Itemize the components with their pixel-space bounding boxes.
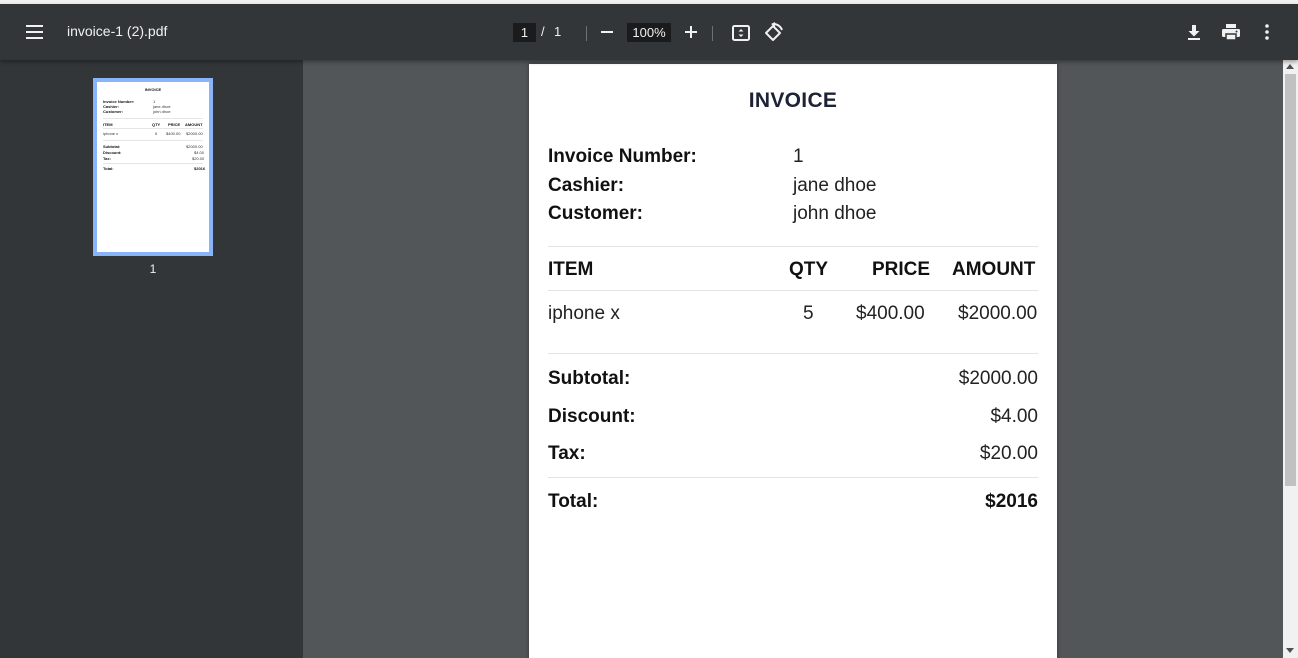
thumb-sum-value: $2000.00 [186,144,203,149]
subtotal-label: Subtotal: [548,368,631,389]
divider [548,246,1038,247]
rotate-icon[interactable] [762,22,784,44]
column-header-amount: AMOUNT [952,259,1036,280]
thumbnail-page-number: 1 [149,262,157,276]
print-icon[interactable] [1220,22,1242,42]
thumb-cell: $2000.00 [186,131,203,136]
page-number-input[interactable]: 1 [513,23,536,42]
thumb-sum-value: $2016 [194,166,206,171]
thumbnail-sidebar: INVOICE Invoice Number: 1 Cashier: jane … [0,60,303,658]
column-header-item: ITEM [548,259,594,280]
pdf-toolbar: invoice-1 (2).pdf 1 / 1 100% [0,4,1298,60]
subtotal-value: $2000.00 [958,368,1038,389]
customer-label: Customer: [548,203,644,224]
thumb-cell: $400.00 [166,131,181,136]
thumb-divider [103,128,203,129]
thumb-divider [103,118,203,119]
thumb-meta-value: john dhoe [153,109,171,114]
file-name: invoice-1 (2).pdf [67,23,168,39]
zoom-level-input[interactable]: 100% [627,23,671,42]
discount-label: Discount: [548,406,636,427]
customer-value: john dhoe [793,203,877,224]
column-header-qty: QTY [789,259,829,280]
divider [548,290,1038,291]
invoice-title: INVOICE [748,89,838,112]
scroll-up-arrow-icon[interactable] [1286,64,1294,69]
thumb-col-item: ITEM [103,122,113,127]
total-value: $2016 [985,491,1038,512]
scrollbar-thumb[interactable] [1285,74,1296,486]
thumb-sum-label: Tax: [103,156,111,161]
divider [548,477,1038,478]
scroll-down-arrow-icon[interactable] [1286,648,1294,653]
qty-cell: 5 [803,303,814,324]
toolbar-divider [712,26,713,41]
hamburger-menu-icon[interactable] [22,20,48,44]
thumb-cell: 5 [155,131,158,136]
page-thumbnail[interactable]: INVOICE Invoice Number: 1 Cashier: jane … [93,78,213,256]
page-separator: / [541,24,545,39]
vertical-scrollbar[interactable] [1283,60,1298,658]
thumb-meta-label: Customer: [103,109,124,114]
column-header-price: PRICE [872,259,931,280]
total-label: Total: [548,491,599,512]
thumb-cell: iphone x [103,131,119,136]
page-total: 1 [554,24,562,39]
download-icon[interactable] [1184,22,1204,42]
toolbar-divider [586,26,587,41]
more-vert-icon[interactable] [1258,22,1276,42]
thumb-col-amount: AMOUNT [185,122,203,127]
zoom-out-button[interactable] [598,22,616,42]
thumb-sum-value: $4.00 [194,150,205,155]
pdf-page: INVOICE Invoice Number: 1 Cashier: jane … [529,64,1057,658]
tax-value: $20.00 [979,443,1038,464]
thumb-sum-value: $20.00 [192,156,205,161]
cashier-label: Cashier: [548,175,625,196]
amount-cell: $2000.00 [958,303,1038,324]
divider [548,353,1038,354]
thumb-sum-label: Total: [103,166,114,171]
cashier-value: jane dhoe [793,175,877,196]
thumb-sum-label: Discount: [103,150,122,155]
zoom-in-button[interactable] [682,22,700,42]
item-cell: iphone x [548,303,620,324]
tax-label: Tax: [548,443,586,464]
thumb-divider [103,163,203,164]
discount-value: $4.00 [990,406,1038,427]
pdf-viewer[interactable]: INVOICE Invoice Number: 1 Cashier: jane … [303,60,1283,658]
thumb-col-qty: QTY [152,122,161,127]
thumb-col-price: PRICE [168,122,181,127]
thumb-title: INVOICE [144,87,162,92]
invoice-number-value: 1 [793,146,804,167]
invoice-number-label: Invoice Number: [548,146,697,167]
fit-to-page-icon[interactable] [731,23,751,43]
price-cell: $400.00 [856,303,925,324]
thumb-sum-label: Subtotal: [103,144,121,149]
thumb-divider [103,140,203,141]
